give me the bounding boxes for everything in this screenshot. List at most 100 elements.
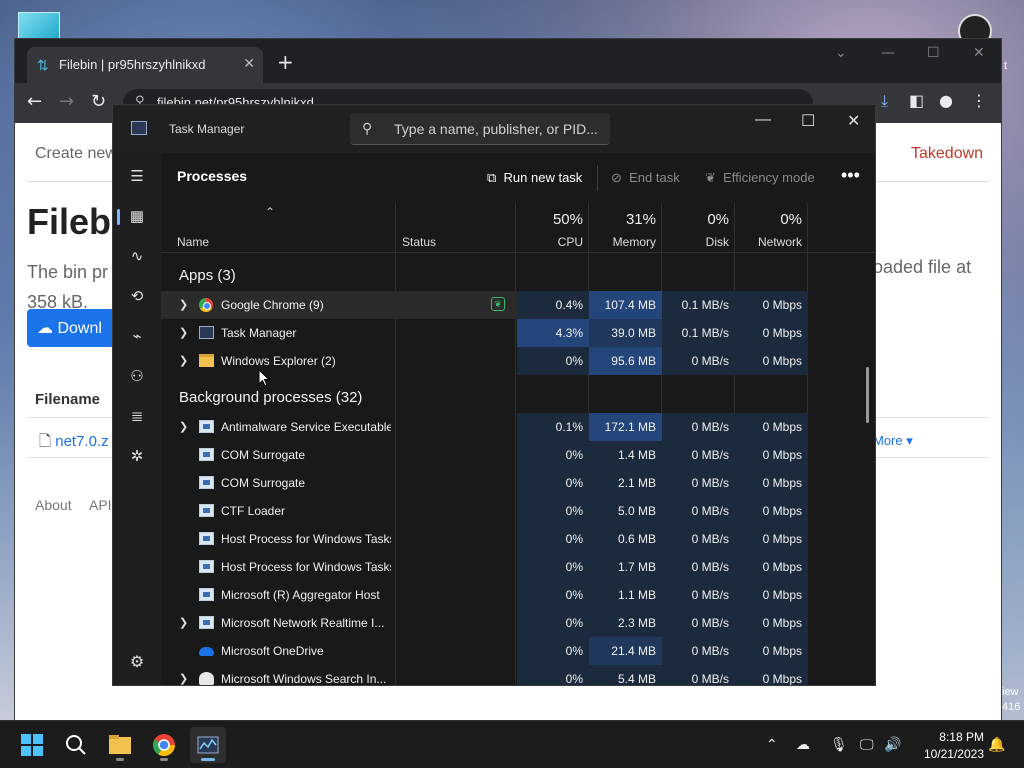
folder-icon xyxy=(199,354,214,367)
notification-bell-icon[interactable]: 🔔 xyxy=(988,736,1005,752)
cpu-cell: 0% xyxy=(517,581,589,609)
network-cell: 0 Mbps xyxy=(735,291,808,319)
users-nav-icon[interactable]: ⚇ xyxy=(127,367,147,387)
table-row[interactable]: Host Process for Windows Tasks 0% 0.6 MB… xyxy=(161,525,808,553)
end-task-button[interactable]: ⊘ End task xyxy=(611,170,680,186)
chrome-button[interactable] xyxy=(146,727,182,763)
more-dropdown[interactable]: More ▾ xyxy=(873,433,913,449)
about-link[interactable]: About xyxy=(35,497,72,513)
details-nav-icon[interactable]: ≣ xyxy=(127,407,147,427)
clock-time[interactable]: 8:18 PM xyxy=(934,730,984,744)
status-column-header[interactable]: Status xyxy=(402,235,436,249)
table-row[interactable]: ❯ Task Manager 4.3% 39.0 MB 0.1 MB/s 0 M… xyxy=(161,319,808,347)
table-row[interactable]: ❯ Google Chrome (9) ❦ 0.4% 107.4 MB 0.1 … xyxy=(161,291,808,319)
service-icon xyxy=(199,560,214,573)
table-row[interactable]: Microsoft OneDrive 0% 21.4 MB 0 MB/s 0 M… xyxy=(161,637,808,665)
vertical-scrollbar[interactable] xyxy=(866,367,869,423)
close-window-icon[interactable]: ✕ xyxy=(973,45,985,61)
processes-nav-icon[interactable]: ▦ xyxy=(127,207,147,227)
close-window-icon[interactable]: ✕ xyxy=(847,111,860,131)
memory-cell: 107.4 MB xyxy=(589,291,662,319)
download-icon[interactable]: ⤓ xyxy=(881,92,888,110)
task-manager-window: Task Manager ⚲ — ☐ ✕ ☰ ▦ ∿ ⟲ ⌁ ⚇ ≣ ✲ ⚙ P… xyxy=(112,104,876,686)
more-options-icon[interactable]: ••• xyxy=(841,165,860,186)
show-hidden-icons-chevron-icon[interactable]: ⌃ xyxy=(766,736,778,752)
disk-column-header[interactable]: Disk xyxy=(662,235,729,249)
file-explorer-button[interactable] xyxy=(102,727,138,763)
disk-usage-total[interactable]: 0% xyxy=(662,211,729,228)
table-row[interactable]: ❯ Microsoft Windows Search In... 0% 5.4 … xyxy=(161,665,808,686)
cpu-cell: 0% xyxy=(517,609,589,637)
table-row[interactable]: CTF Loader 0% 5.0 MB 0 MB/s 0 Mbps xyxy=(161,497,808,525)
cpu-usage-total[interactable]: 50% xyxy=(517,211,583,228)
onedrive-tray-icon[interactable]: ☁ xyxy=(796,736,810,752)
forward-icon[interactable]: → xyxy=(59,92,74,112)
app-history-nav-icon[interactable]: ⟲ xyxy=(127,287,147,307)
network-icon[interactable]: 🖵 xyxy=(860,736,874,752)
table-row[interactable]: COM Surrogate 0% 2.1 MB 0 MB/s 0 Mbps xyxy=(161,469,808,497)
start-button[interactable] xyxy=(14,727,50,763)
expand-chevron-icon[interactable]: ❯ xyxy=(179,298,188,311)
table-row[interactable]: ❯ Microsoft Network Realtime I... 0% 2.3… xyxy=(161,609,808,637)
task-manager-titlebar[interactable]: Task Manager ⚲ — ☐ ✕ xyxy=(113,105,875,153)
service-icon xyxy=(199,448,214,461)
table-row[interactable]: Microsoft (R) Aggregator Host 0% 1.1 MB … xyxy=(161,581,808,609)
file-link[interactable]: 🗋 net7.0.z xyxy=(39,431,109,456)
hamburger-menu-icon[interactable]: ☰ xyxy=(127,167,147,187)
performance-nav-icon[interactable]: ∿ xyxy=(127,247,147,267)
memory-cell: 2.3 MB xyxy=(589,609,662,637)
api-link[interactable]: API xyxy=(89,497,112,513)
name-column-header[interactable]: Name xyxy=(177,235,209,249)
maximize-icon[interactable]: ☐ xyxy=(801,111,815,131)
new-tab-button[interactable]: + xyxy=(277,51,294,73)
memory-usage-total[interactable]: 31% xyxy=(589,211,656,228)
disk-cell: 0 MB/s xyxy=(662,469,735,497)
minimize-icon[interactable]: — xyxy=(881,45,895,61)
startup-apps-nav-icon[interactable]: ⌁ xyxy=(127,327,147,347)
menu-icon[interactable]: ⋮ xyxy=(971,92,987,110)
process-name: COM Surrogate xyxy=(221,476,306,490)
network-column-header[interactable]: Network xyxy=(735,235,802,249)
expand-chevron-icon[interactable]: ❯ xyxy=(179,672,188,685)
close-tab-icon[interactable]: ✕ xyxy=(243,55,255,72)
search-input[interactable] xyxy=(394,119,600,139)
volume-icon[interactable]: 🔊 xyxy=(884,736,901,752)
side-panel-icon[interactable]: ◧ xyxy=(909,92,924,110)
table-row[interactable]: ❯ Antimalware Service Executable 0.1% 17… xyxy=(161,413,808,441)
task-manager-button[interactable] xyxy=(190,727,226,763)
expand-chevron-icon[interactable]: ❯ xyxy=(179,616,188,629)
table-row[interactable]: Host Process for Windows Tasks 0% 1.7 MB… xyxy=(161,553,808,581)
takedown-link[interactable]: Takedown xyxy=(911,145,983,163)
memory-cell: 2.1 MB xyxy=(589,469,662,497)
efficiency-mode-button[interactable]: ❦ Efficiency mode xyxy=(705,170,815,186)
expand-chevron-icon[interactable]: ❯ xyxy=(179,326,188,339)
processes-panel: Processes ⧉ Run new task ⊘ End task ❦ Ef… xyxy=(161,153,875,686)
profile-icon[interactable]: ● xyxy=(939,92,953,110)
expand-chevron-icon[interactable]: ❯ xyxy=(179,420,188,433)
network-usage-total[interactable]: 0% xyxy=(735,211,802,228)
process-name: Microsoft Windows Search In... xyxy=(221,672,387,686)
run-new-task-button[interactable]: ⧉ Run new task xyxy=(487,170,582,186)
create-new-link[interactable]: Create new xyxy=(35,145,117,163)
clock-date[interactable]: 10/21/2023 xyxy=(916,747,984,761)
disk-cell: 0 MB/s xyxy=(662,637,735,665)
microphone-icon[interactable]: 🎙 xyxy=(830,736,848,752)
search-button[interactable] xyxy=(58,727,94,763)
search-box[interactable]: ⚲ xyxy=(350,113,610,145)
back-icon[interactable]: ← xyxy=(27,92,42,112)
maximize-icon[interactable]: ☐ xyxy=(927,45,940,61)
download-button[interactable]: ☁ Downl xyxy=(27,309,117,347)
table-row[interactable]: COM Surrogate 0% 1.4 MB 0 MB/s 0 Mbps xyxy=(161,441,808,469)
services-nav-icon[interactable]: ✲ xyxy=(127,447,147,467)
disk-cell: 0 MB/s xyxy=(662,525,735,553)
expand-chevron-icon[interactable]: ❯ xyxy=(179,354,188,367)
minimize-icon[interactable]: — xyxy=(755,111,771,129)
cpu-column-header[interactable]: CPU xyxy=(517,235,583,249)
browser-tab[interactable]: ⇅ Filebin | pr95hrszyhlnikxd ✕ xyxy=(27,47,263,83)
memory-column-header[interactable]: Memory xyxy=(589,235,656,249)
reload-icon[interactable]: ↻ xyxy=(91,92,106,112)
tab-search-icon[interactable]: ⌄ xyxy=(835,45,847,61)
end-task-icon: ⊘ xyxy=(611,170,622,185)
settings-gear-icon[interactable]: ⚙ xyxy=(127,653,147,673)
cpu-cell: 0% xyxy=(517,665,589,685)
